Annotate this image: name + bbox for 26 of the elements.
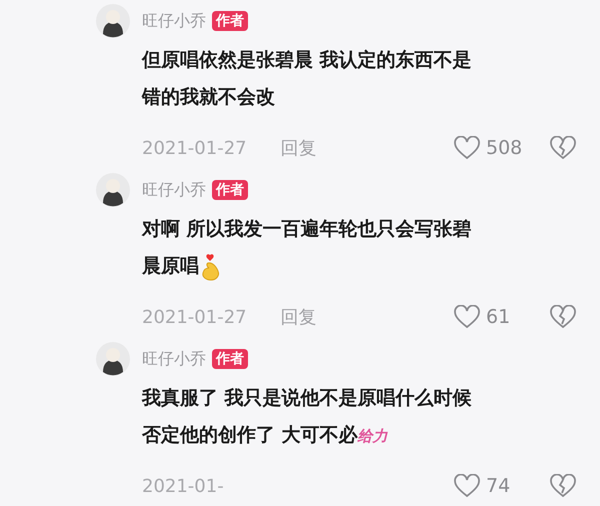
avatar[interactable]: [96, 342, 130, 376]
comment-text: 对啊 所以我发一百遍年轮也只会写张碧晨原唱: [142, 211, 472, 285]
author-badge: 作者: [212, 11, 248, 31]
reply-link[interactable]: 回复: [280, 305, 317, 329]
heart-icon[interactable]: [454, 305, 480, 329]
reply-link[interactable]: 回复: [280, 136, 317, 160]
broken-heart-icon[interactable]: [550, 474, 576, 498]
comment-date: 2021-01-27: [142, 306, 247, 328]
comment-text: 我真服了 我只是说他不是原唱什么时候否定他的创作了 大可不必给力: [142, 386, 472, 448]
heart-icon[interactable]: [454, 474, 480, 498]
broken-heart-icon[interactable]: [550, 136, 576, 160]
like-count: 61: [486, 306, 512, 328]
heart-icon[interactable]: [454, 136, 480, 160]
comment-date: 2021-01-: [142, 476, 224, 496]
comment-date: 2021-01-27: [142, 138, 247, 158]
username[interactable]: 旺仔小乔: [142, 180, 206, 200]
comment-text: 但原唱依然是张碧晨 我认定的东西不是错的我就不会改: [142, 48, 472, 110]
avatar[interactable]: [96, 173, 130, 207]
avatar[interactable]: [96, 4, 130, 38]
like-count: 508: [486, 137, 524, 159]
author-badge: 作者: [212, 180, 248, 200]
like-count: 74: [486, 475, 512, 497]
username[interactable]: 旺仔小乔: [142, 348, 206, 370]
broken-heart-icon[interactable]: [550, 305, 576, 329]
author-badge: 作者: [212, 349, 248, 369]
username[interactable]: 旺仔小乔: [142, 10, 206, 32]
